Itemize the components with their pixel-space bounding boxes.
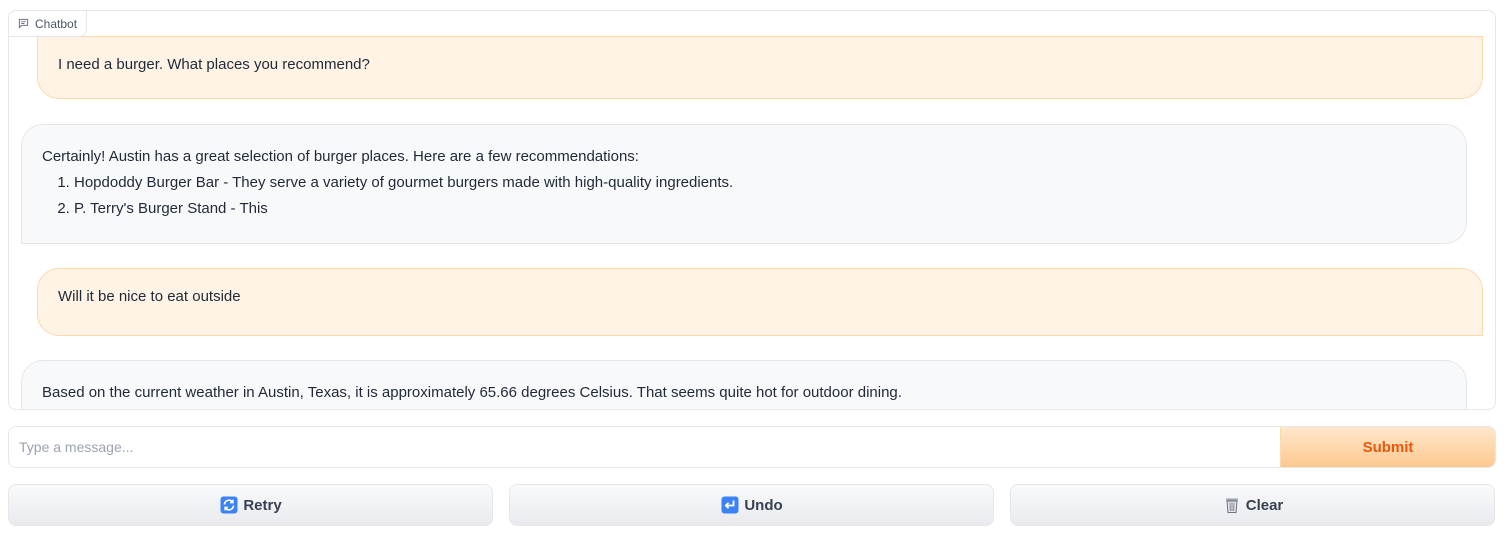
clear-label: Clear [1245,496,1284,514]
user-message-text: I need a burger. What places you recomme… [58,56,370,73]
submit-button[interactable]: Submit [1280,427,1495,467]
user-message: I need a burger. What places you recomme… [37,36,1483,99]
bot-message-intro: Certainly! Austin has a great selection … [42,148,639,165]
bot-message: Certainly! Austin has a great selection … [21,124,1467,244]
message-input-row: Submit [8,426,1496,468]
bot-message-text: Based on the current weather in Austin, … [42,384,902,401]
bot-message: Based on the current weather in Austin, … [21,360,1467,409]
message-input[interactable] [9,427,1280,467]
undo-label: Undo [744,496,783,514]
clear-button[interactable]: Clear [1010,484,1495,526]
recommendation-list: Hopdoddy Burger Bar - They serve a varie… [42,170,1446,222]
message-list[interactable]: I need a burger. What places you recomme… [9,11,1495,409]
retry-icon [219,495,239,515]
user-message: Will it be nice to eat outside [37,268,1483,336]
chatbot-label: Chatbot [9,11,88,37]
undo-icon [720,495,740,515]
list-item: P. Terry's Burger Stand - This [74,196,1446,222]
trash-icon [1222,495,1242,515]
list-item: Hopdoddy Burger Bar - They serve a varie… [74,170,1446,196]
chatbot-panel: Chatbot I need a burger. What places you… [8,10,1496,410]
chat-icon [18,18,29,29]
retry-button[interactable]: Retry [8,484,493,526]
chatbot-label-text: Chatbot [35,16,78,31]
undo-button[interactable]: Undo [509,484,994,526]
user-message-text: Will it be nice to eat outside [58,288,241,305]
retry-label: Retry [243,496,282,514]
